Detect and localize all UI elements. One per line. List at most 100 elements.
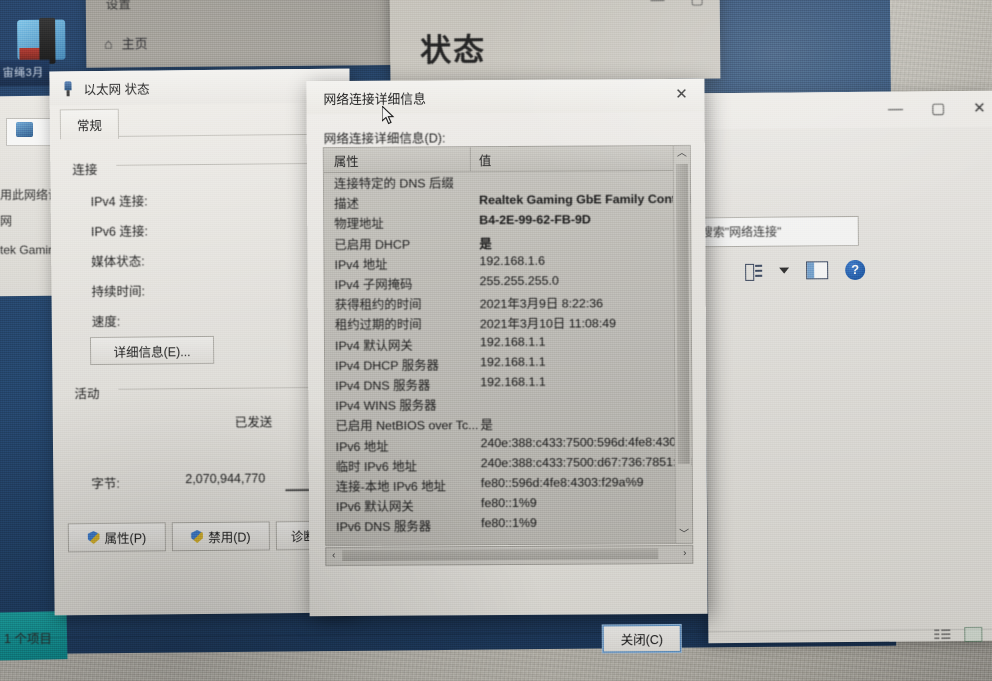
table-row[interactable]: IPv4 默认网关 192.168.1.1 [325,331,691,353]
disable-button[interactable]: 禁用(D) [171,521,271,552]
search-placeholder: 搜索"网络连接" [700,224,782,240]
horizontal-scrollbar[interactable]: ‹ › [325,544,694,567]
row-value: fe80::1%9 [480,496,537,511]
row-duration: 持续时间: [91,284,146,300]
row-property: IPv4 DHCP 服务器 [335,358,439,373]
activity-dash [285,488,312,492]
hscrollbar-thumb[interactable] [342,548,659,562]
row-value: 是 [479,236,492,251]
chevron-down-icon[interactable] [779,267,790,274]
row-property: IPv6 DNS 服务器 [336,519,432,535]
row-ipv4-connectivity: IPv4 连接: [90,194,148,210]
group-divider-connection [116,162,335,166]
row-value: 240e:388:c433:7500:596d:4fe8:4303:f. [480,434,694,450]
table-row[interactable]: 已启用 NetBIOS over Tc... 是 [325,412,691,434]
column-header-value: 值 [478,154,492,169]
table-row[interactable]: IPv4 地址 192.168.1.6 [324,251,690,273]
details-button[interactable]: 详细信息(E)... [89,335,215,366]
vertical-scrollbar[interactable]: ︿ ﹀ [672,145,693,543]
row-ipv6-connectivity: IPv6 连接: [90,224,148,240]
scrollbar-thumb[interactable] [675,163,690,464]
row-value: 2021年3月10日 11:08:49 [479,316,617,332]
explorer-titlebar: — ▢ ✕ [703,90,992,130]
mouse-cursor [382,106,395,125]
row-media-state: 媒体状态: [91,254,145,270]
minimize-icon[interactable]: — [650,0,664,8]
scroll-up-icon[interactable]: ︿ [674,146,690,162]
help-icon[interactable]: ? [845,259,866,281]
row-value: 2021年3月9日 8:22:36 [479,296,604,312]
desktop-icon-accent [19,47,42,61]
table-row[interactable]: IPv4 DNS 服务器 192.168.1.1 [325,372,691,394]
preview-pane-icon[interactable] [806,261,829,280]
column-separator[interactable] [469,147,471,172]
close-icon[interactable]: ✕ [973,99,986,117]
row-property: 连接特定的 DNS 后缀 [333,176,454,192]
tab-general[interactable]: 常规 [59,108,120,140]
table-row[interactable]: IPv4 DHCP 服务器 192.168.1.1 [325,352,691,374]
row-value: Realtek Gaming GbE Family Controlle [479,191,694,208]
properties-button-label: 属性(P) [104,531,147,546]
row-value: 192.168.1.1 [480,374,546,390]
row-property: IPv6 地址 [335,439,389,454]
explorer-toolbar: ? [745,259,866,281]
view-toggle-group [934,626,983,643]
tabstrip: 常规 [59,107,341,140]
disable-button-label: 禁用(D) [208,530,251,545]
sent-label: 已发送 [234,415,273,430]
minimize-icon[interactable]: — [888,100,903,117]
properties-button[interactable]: 属性(P) [67,522,167,553]
scroll-right-icon[interactable]: › [677,546,692,561]
fragment-text-3: tek Gamin [0,243,55,257]
taskbar-fragment: 息 宙绳3月 [0,59,50,87]
list-rows: 连接特定的 DNS 后缀 描述 Realtek Gaming GbE Family … [324,170,694,545]
network-details-sublabel: 网络连接详细信息(D): [323,131,446,147]
row-property: 连接-本地 IPv6 地址 [335,479,447,495]
row-value: 是 [480,418,493,433]
close-button[interactable]: 关闭(C) [601,623,682,654]
row-property: 获得租约的时间 [334,297,422,313]
bytes-value: 2,070,944,770 [185,471,266,487]
table-row[interactable]: 描述 Realtek Gaming GbE Family Controlle [324,190,694,212]
table-row[interactable]: IPv6 地址 240e:388:c433:7500:596d:4fe8:4303… [326,432,694,454]
shield-icon [191,530,203,543]
thumbnail-view-icon[interactable] [964,626,983,643]
table-row[interactable]: 租约过期的时间 2021年3月10日 11:08:49 [325,311,691,333]
network-details-title: 网络连接详细信息 [323,91,426,108]
table-row[interactable]: 连接特定的 DNS 后缀 [324,170,690,192]
shield-icon [87,531,99,544]
row-property: IPv6 默认网关 [335,499,414,515]
home-icon: ⌂ [104,35,113,52]
scroll-left-icon[interactable]: ‹ [326,548,341,563]
table-row[interactable]: 物理地址 B4-2E-99-62-FB-9D [324,210,690,232]
row-value: 255.255.255.0 [479,273,559,289]
table-row[interactable]: 连接-本地 IPv6 地址 fe80::596d:4fe8:4303:f29a%9 [326,473,692,495]
table-row[interactable]: 获得租约的时间 2021年3月9日 8:22:36 [325,291,691,313]
maximize-icon[interactable]: ▢ [690,0,703,8]
table-row[interactable]: IPv4 WINS 服务器 [325,392,691,414]
row-property: IPv4 WINS 服务器 [335,398,437,414]
column-header-property: 属性 [333,154,359,170]
bytes-label: 字节: [91,476,120,492]
network-details-list[interactable]: 属性 值 连接特定的 DNS 后缀 描述 Realtek Gaming GbE Fa… [322,144,694,547]
details-view-icon[interactable] [934,628,950,641]
table-row[interactable]: 已启用 DHCP 是 [324,230,690,252]
sidebar-item-home-label: 主页 [121,36,148,52]
row-property: IPv4 默认网关 [334,338,413,353]
table-row[interactable]: 临时 IPv6 地址 240e:388:c433:7500:d67:736:785… [326,453,694,475]
desktop-icon-bar [39,17,56,64]
page-title: 状态 [420,32,487,69]
table-row[interactable]: IPv6 默认网关 fe80::1%9 [326,493,692,515]
settings-window-controls: — ▢ [650,0,703,8]
table-row[interactable]: IPv6 DNS 服务器 fe80::1%9 [326,513,692,535]
table-row[interactable]: IPv4 子网掩码 255.255.255.0 [325,271,691,293]
layout-icon[interactable] [745,263,762,278]
network-icon [16,122,33,137]
row-value: 192.168.1.1 [479,334,546,349]
scroll-down-icon[interactable]: ﹀ [676,527,692,543]
close-icon[interactable]: ✕ [670,86,692,104]
group-divider-activity [118,386,337,390]
maximize-icon[interactable]: ▢ [931,99,945,117]
sidebar-item-home[interactable]: ⌂ 主页 [104,33,148,52]
row-property: IPv4 子网掩码 [334,277,413,293]
